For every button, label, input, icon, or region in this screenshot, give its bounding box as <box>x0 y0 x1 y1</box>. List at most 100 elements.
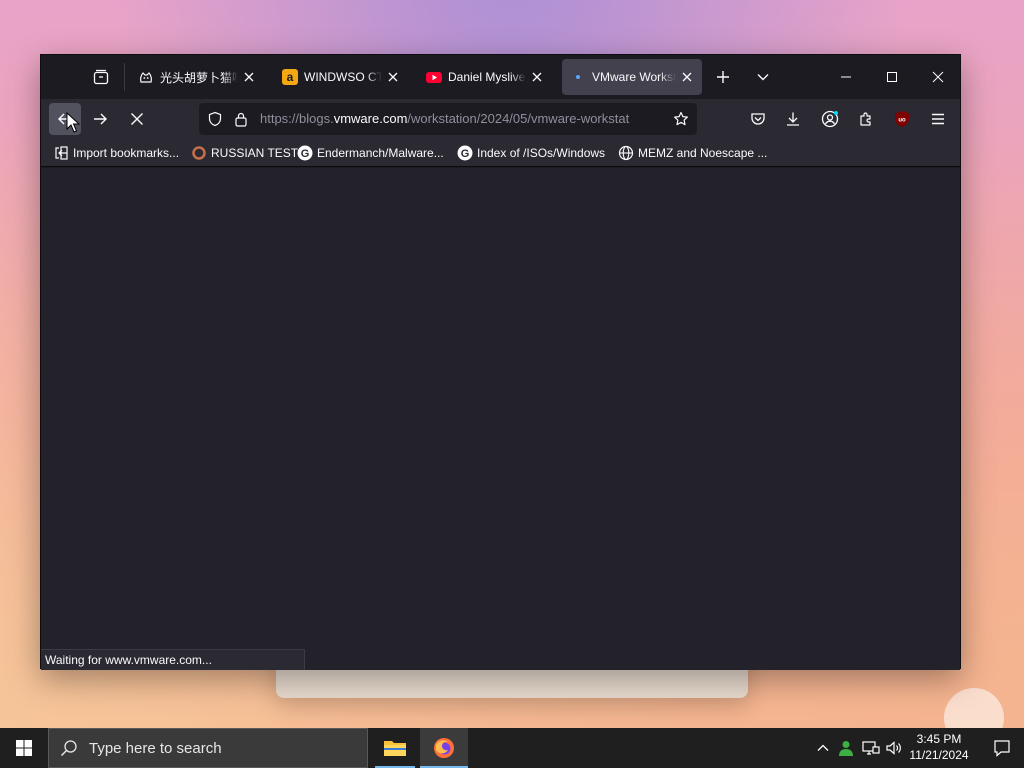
tab-close-icon[interactable] <box>680 70 694 84</box>
bookmark-import[interactable]: Import bookmarks... <box>53 142 179 164</box>
arrow-right-icon <box>94 113 107 125</box>
tab-manager-button[interactable] <box>87 63 115 91</box>
bookmark-endermanch[interactable]: G Endermanch/Malware... <box>297 142 444 164</box>
taskbar-clock[interactable]: 3:45 PM 11/21/2024 <box>904 731 974 765</box>
tab-title: VMware Workst <box>592 70 676 84</box>
pocket-icon <box>751 113 765 125</box>
clock-date: 11/21/2024 <box>909 748 969 762</box>
tab-close-icon[interactable] <box>530 70 544 84</box>
ublock-origin-button[interactable]: uo <box>886 103 918 135</box>
bookmark-russian-test[interactable]: RUSSIAN TEST <box>191 142 298 164</box>
start-button[interactable] <box>0 728 48 768</box>
action-center-button[interactable] <box>980 728 1024 768</box>
address-bar[interactable]: https://blogs.vmware.com/workstation/202… <box>199 103 697 135</box>
taskbar-firefox[interactable] <box>420 728 468 768</box>
close-icon <box>932 71 944 83</box>
tab-title: 光头胡萝卜猫咪 <box>160 70 238 85</box>
bookmark-label: MEMZ and Noescape ... <box>638 146 768 160</box>
show-hidden-icons-button[interactable] <box>813 738 833 758</box>
stop-x-icon <box>131 113 143 125</box>
windows-logo-icon <box>16 740 32 756</box>
tab-title: Daniel Myslivets <box>448 70 526 84</box>
maximize-icon <box>887 72 897 82</box>
firefox-icon <box>434 738 454 758</box>
url-host: vmware.com <box>333 111 408 126</box>
url-path: /workstation/2024/05/vmware-workstat <box>407 111 630 126</box>
svg-text:G: G <box>461 148 470 160</box>
google-g-icon: G <box>297 145 313 161</box>
plus-icon <box>717 71 729 83</box>
lock-icon[interactable] <box>233 109 249 129</box>
google-g-icon: G <box>457 145 473 161</box>
tab-close-icon[interactable] <box>242 70 256 84</box>
network-tray-button[interactable] <box>861 738 881 758</box>
hamburger-menu-icon <box>932 113 944 125</box>
bookmarks-toolbar: Import bookmarks... RUSSIAN TEST G Ender… <box>41 139 960 167</box>
minimize-icon <box>841 76 851 78</box>
svg-text:G: G <box>301 148 310 160</box>
downloads-button[interactable] <box>777 103 809 135</box>
extensions-button[interactable] <box>850 103 882 135</box>
amazon-a-icon: a <box>282 69 298 85</box>
browser-window: 光头胡萝卜猫咪 a WINDWSO CTA Daniel Myslivets V… <box>40 54 961 670</box>
list-all-tabs-button[interactable] <box>741 55 785 99</box>
chevron-down-icon <box>757 74 769 81</box>
svg-text:a: a <box>287 70 294 84</box>
taskbar-file-explorer[interactable] <box>371 728 419 768</box>
navigation-toolbar: https://blogs.vmware.com/workstation/202… <box>41 99 960 139</box>
stop-loading-button[interactable] <box>121 103 153 135</box>
maximize-button[interactable] <box>869 55 915 99</box>
speaker-icon <box>886 741 901 755</box>
search-icon <box>49 728 89 768</box>
forward-button[interactable] <box>84 103 116 135</box>
puzzle-piece-icon <box>860 112 871 126</box>
tab-separator <box>124 63 125 91</box>
minimize-button[interactable] <box>823 55 869 99</box>
volume-tray-button[interactable] <box>884 738 904 758</box>
mouse-cursor-icon <box>66 112 80 133</box>
import-icon <box>53 145 69 161</box>
taskbar-search-box[interactable]: Type here to search <box>48 728 368 768</box>
download-icon <box>787 112 799 126</box>
bookmark-label: RUSSIAN TEST <box>211 146 299 160</box>
page-content-area[interactable]: Waiting for www.vmware.com... <box>41 168 960 670</box>
pocket-button[interactable] <box>742 103 774 135</box>
account-icon <box>821 110 839 128</box>
svg-text:uo: uo <box>898 118 906 124</box>
bookmark-memz[interactable]: MEMZ and Noescape ... <box>618 142 767 164</box>
tab-bar: 光头胡萝卜猫咪 a WINDWSO CTA Daniel Myslivets V… <box>41 55 960 99</box>
tracking-protection-shield-icon[interactable] <box>205 109 225 129</box>
url-text[interactable]: https://blogs.vmware.com/workstation/202… <box>260 111 662 129</box>
status-panel: Waiting for www.vmware.com... <box>41 649 305 670</box>
bookmark-label: Import bookmarks... <box>73 146 180 160</box>
new-tab-button[interactable] <box>701 55 745 99</box>
chevron-up-icon <box>817 744 829 751</box>
account-button[interactable] <box>814 103 846 135</box>
clock-time: 3:45 PM <box>916 732 962 746</box>
taskbar: Type here to search 3:45 PM 11/21/2024 <box>0 728 1024 768</box>
tab-title: WINDWSO CTA <box>304 70 382 84</box>
globe-icon <box>618 145 634 161</box>
tab-0[interactable]: 光头胡萝卜猫咪 <box>130 59 264 95</box>
youtube-icon <box>426 69 442 85</box>
notification-icon <box>994 740 1010 757</box>
bookmark-star-icon[interactable] <box>671 109 691 129</box>
tab-2[interactable]: Daniel Myslivets <box>418 59 552 95</box>
tab-1[interactable]: a WINDWSO CTA <box>274 59 408 95</box>
user-green-icon <box>839 741 853 756</box>
folder-icon <box>384 741 406 756</box>
bookmark-label: Index of /ISOs/Windows <box>477 146 606 160</box>
bookmark-label: Endermanch/Malware... <box>317 146 444 160</box>
tab-manager-icon <box>93 69 109 85</box>
user-tray-button[interactable] <box>836 738 856 758</box>
tab-3-active[interactable]: VMware Workst <box>562 59 702 95</box>
bookmark-index-isos[interactable]: G Index of /ISOs/Windows <box>457 142 605 164</box>
url-prefix: https://blogs. <box>260 111 334 126</box>
tab-close-icon[interactable] <box>386 70 400 84</box>
ublock-shield-icon: uo <box>895 111 909 127</box>
search-placeholder: Type here to search <box>89 739 222 757</box>
ring-icon <box>191 145 207 161</box>
app-menu-button[interactable] <box>922 103 954 135</box>
close-window-button[interactable] <box>915 55 961 99</box>
network-icon <box>862 741 880 755</box>
